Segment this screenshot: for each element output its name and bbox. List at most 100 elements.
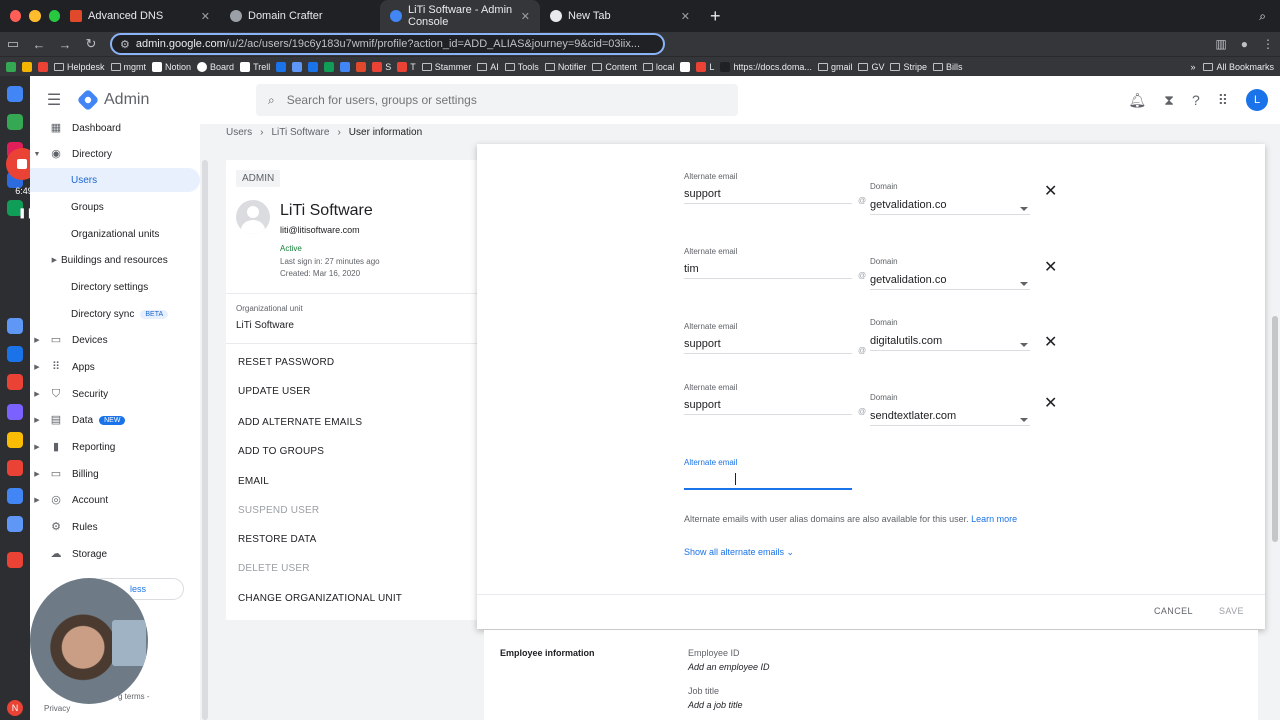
help-icon[interactable]: ? (1192, 92, 1200, 108)
sidebar-item-rules[interactable]: ⚙ Rules (30, 515, 200, 539)
dock-app-icon[interactable] (7, 488, 23, 504)
sidebar-item-apps[interactable]: ▶ ⠿ Apps (30, 355, 200, 379)
domain-select[interactable]: getvalidation.co (870, 274, 946, 286)
sidebar-item-data[interactable]: ▶ ▤ Data NEW (30, 408, 200, 432)
site-info-icon[interactable]: ⚙ (120, 38, 130, 51)
bookmark-item[interactable]: Tools (504, 62, 539, 72)
browser-tab[interactable]: Advanced DNS ✕ (60, 0, 220, 32)
breadcrumb-users[interactable]: Users (226, 127, 252, 138)
bookmark-item[interactable]: T (397, 61, 416, 72)
profile-icon[interactable]: ● (1241, 37, 1248, 51)
dock-app-icon[interactable] (7, 114, 23, 130)
bookmark-item[interactable]: S (372, 61, 391, 72)
remove-alias-icon[interactable]: ✕ (1044, 260, 1057, 276)
dock-app-icon[interactable] (7, 516, 23, 532)
bookmark-item[interactable]: Content (592, 62, 637, 72)
save-button[interactable]: SAVE (1219, 606, 1244, 616)
dropdown-arrow-icon[interactable] (1020, 207, 1028, 211)
show-all-alternate-emails-link[interactable]: Show all alternate emails ⌄ (684, 547, 794, 558)
dropdown-arrow-icon[interactable] (1020, 418, 1028, 422)
bookmark-icon-only[interactable] (340, 61, 351, 72)
dock-app-icon[interactable] (7, 552, 23, 568)
bookmark-item[interactable]: Notion (152, 61, 191, 72)
dock-app-icon[interactable] (7, 318, 23, 334)
bookmark-item[interactable]: mgmt (110, 62, 146, 72)
bookmark-star-icon[interactable] (38, 61, 48, 72)
bookmark-icon-only[interactable] (308, 61, 319, 72)
email-button[interactable]: EMAIL (238, 476, 269, 487)
bookmark-item[interactable]: AI (477, 62, 499, 72)
notion-icon[interactable]: N (7, 700, 23, 716)
bookmark-apps-icon[interactable] (6, 61, 16, 72)
remove-alias-icon[interactable]: ✕ (1044, 396, 1057, 412)
sidebar-item-directory[interactable]: ▼ ◉ Directory (30, 142, 200, 166)
add-alternate-emails-button[interactable]: ADD ALTERNATE EMAILS (238, 417, 362, 428)
bookmark-item[interactable]: Bills (932, 62, 963, 72)
dock-app-icon[interactable] (7, 346, 23, 362)
remove-alias-icon[interactable]: ✕ (1044, 184, 1057, 200)
admin-search-bar[interactable]: ⌕ (256, 84, 738, 116)
new-tab-button[interactable]: + (700, 6, 731, 27)
alias-input[interactable]: support (684, 188, 721, 200)
bookmark-item[interactable]: local (642, 62, 674, 72)
browser-tab[interactable]: Domain Crafter (220, 0, 380, 32)
dropdown-arrow-icon[interactable] (1020, 282, 1028, 286)
sidebar-item-reporting[interactable]: ▶ ▮ Reporting (30, 435, 200, 459)
sidebar-item-account[interactable]: ▶ ◎ Account (30, 488, 200, 512)
reset-password-button[interactable]: RESET PASSWORD (238, 357, 334, 368)
admin-logo[interactable]: Admin (76, 88, 208, 112)
bookmark-icon-only[interactable] (680, 61, 691, 72)
close-tab-icon[interactable]: ✕ (521, 10, 530, 23)
collapse-icon[interactable]: ▼ (32, 151, 42, 158)
domain-select[interactable]: sendtextlater.com (870, 410, 956, 422)
employee-id-value[interactable]: Add an employee ID (688, 662, 770, 672)
account-avatar[interactable]: L (1246, 89, 1268, 111)
admin-search-input[interactable] (286, 93, 687, 107)
bookmark-item[interactable]: https://docs.doma... (720, 61, 812, 72)
main-menu-icon[interactable]: ☰ (30, 90, 78, 110)
url-bar[interactable]: ⚙ admin.google.com/u/2/ac/users/19c6y183… (110, 33, 665, 55)
dock-app-icon[interactable] (7, 460, 23, 476)
sidebar-item-users[interactable]: Users (30, 168, 200, 192)
page-scrollbar[interactable] (1272, 316, 1278, 542)
bookmark-item[interactable]: Stripe (890, 62, 927, 72)
browser-tab-active[interactable]: LiTi Software - Admin Console ✕ (380, 0, 540, 32)
sidebar-item-dashboard[interactable]: ▦ Dashboard (30, 116, 200, 140)
all-bookmarks[interactable]: All Bookmarks (1203, 62, 1274, 72)
bookmark-item[interactable]: GV (858, 62, 884, 72)
sidebar-item-directory-settings[interactable]: Directory settings (30, 275, 200, 299)
more-menu-icon[interactable]: ⋮ (1262, 37, 1274, 51)
change-org-unit-button[interactable]: CHANGE ORGANIZATIONAL UNIT (238, 593, 402, 604)
remove-alias-icon[interactable]: ✕ (1044, 335, 1057, 351)
forward-icon[interactable]: → (58, 37, 72, 52)
job-title-value[interactable]: Add a job title (688, 700, 743, 710)
domain-select[interactable]: getvalidation.co (870, 199, 946, 211)
bookmark-item[interactable]: Board (197, 61, 234, 72)
tasks-hourglass-icon[interactable]: ⧗ (1164, 92, 1174, 109)
browser-tab[interactable]: New Tab ✕ (540, 0, 700, 32)
expand-icon[interactable]: ▶ (30, 256, 61, 264)
dock-app-icon[interactable] (7, 404, 23, 420)
sidebar-item-directory-sync[interactable]: Directory sync BETA (30, 302, 200, 326)
restore-data-button[interactable]: RESTORE DATA (238, 534, 317, 545)
bookmark-icon-only[interactable] (292, 61, 303, 72)
sidebar-item-storage[interactable]: ☁ Storage (30, 542, 200, 566)
dropdown-arrow-icon[interactable] (1020, 343, 1028, 347)
sidebar-item-security[interactable]: ▶ ⛉ Security (30, 382, 200, 406)
close-window-button[interactable] (10, 10, 22, 22)
sidebar-item-billing[interactable]: ▶ ▭ Billing (30, 462, 200, 486)
bookmark-item[interactable]: Trell (240, 61, 270, 72)
apps-grid-icon[interactable]: ⠿ (1218, 92, 1228, 109)
bookmark-item[interactable]: Stammer (421, 62, 471, 72)
dock-app-icon[interactable] (7, 432, 23, 448)
bookmark-item[interactable]: Helpdesk (54, 62, 105, 72)
breadcrumb-org[interactable]: LiTi Software (271, 127, 329, 138)
sidebar-item-devices[interactable]: ▶ ▭ Devices (30, 328, 200, 352)
bookmark-cloud-icon[interactable] (22, 61, 32, 72)
split-view-icon[interactable]: ▥ (1215, 37, 1226, 51)
back-icon[interactable]: ← (32, 37, 46, 52)
tab-search-icon[interactable]: ⌕ (1259, 9, 1280, 24)
domain-select[interactable]: digitalutils.com (870, 335, 942, 347)
minimize-window-button[interactable] (29, 10, 41, 22)
alias-input[interactable]: support (684, 399, 721, 411)
